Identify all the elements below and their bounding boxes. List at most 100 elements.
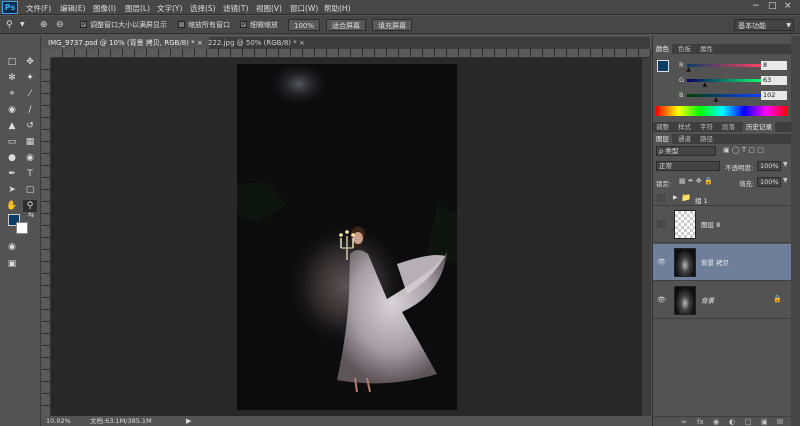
tab-adjustments[interactable]: 调整 xyxy=(653,122,672,132)
visibility-toggle[interactable] xyxy=(657,220,665,228)
visibility-toggle[interactable] xyxy=(657,194,665,202)
clone-stamp-icon[interactable]: ▲ xyxy=(5,120,19,132)
fx-icon[interactable]: fx xyxy=(697,418,704,426)
pen-tool-icon[interactable]: ✒ xyxy=(5,168,19,180)
tab-222-jpg[interactable]: 222.jpg @ 50% (RGB/8) * × xyxy=(202,37,311,49)
zoom-out-icon[interactable]: ⊖ xyxy=(56,19,64,31)
menu-window[interactable]: 窗口(W) xyxy=(290,3,318,14)
quick-mask-icon[interactable]: ◉ xyxy=(5,241,19,253)
mask-icon[interactable]: ◉ xyxy=(713,418,719,426)
crop-tool-icon[interactable]: ⌖ xyxy=(5,88,19,100)
chevron-right-icon[interactable]: ▶ xyxy=(673,194,678,201)
trash-icon[interactable]: ☒ xyxy=(777,418,783,426)
healing-brush-icon[interactable]: ◉ xyxy=(5,104,19,116)
menu-image[interactable]: 图像(I) xyxy=(93,3,116,14)
eyedropper-icon[interactable]: ⁄ xyxy=(23,88,37,100)
gradient-tool-icon[interactable]: ▦ xyxy=(23,136,37,148)
blue-value[interactable]: 102 xyxy=(761,91,787,100)
maximize-button[interactable]: □ xyxy=(768,1,777,11)
tab-styles[interactable]: 样式 xyxy=(675,122,694,132)
dodge-tool-icon[interactable]: ◉ xyxy=(23,152,37,164)
shape-tool-icon[interactable]: ▢ xyxy=(23,184,37,196)
red-value[interactable]: 8 xyxy=(761,61,787,70)
screen-mode-icon[interactable]: ▣ xyxy=(5,258,19,270)
new-layer-icon[interactable]: ▣ xyxy=(761,418,768,426)
actual-pixels-button[interactable]: 100% xyxy=(288,19,320,31)
slider-thumb[interactable]: ▲ xyxy=(686,66,691,73)
lock-icons[interactable]: ▦ ✒ ✥ 🔒 xyxy=(679,177,713,185)
menu-file[interactable]: 文件(F) xyxy=(26,3,51,14)
layer-row-background[interactable]: 👁 背景 🔒 xyxy=(653,282,791,319)
opacity-input[interactable]: 100% xyxy=(757,161,781,171)
chevron-down-icon[interactable]: ▼ xyxy=(783,161,788,168)
blue-slider[interactable] xyxy=(687,94,761,97)
layer-filter-select[interactable]: ρ 类型 xyxy=(656,146,716,156)
menu-type[interactable]: 文字(Y) xyxy=(157,3,182,14)
background-color-swatch[interactable] xyxy=(16,222,28,234)
type-tool-icon[interactable]: T xyxy=(23,168,37,180)
tab-color[interactable]: 颜色 xyxy=(653,44,672,54)
slider-thumb[interactable]: ▲ xyxy=(703,81,708,88)
chevron-down-icon[interactable]: ▼ xyxy=(20,19,25,31)
blend-mode-select[interactable]: 正常 xyxy=(656,161,720,171)
hand-tool-icon[interactable]: ✋ xyxy=(5,200,19,212)
magic-wand-icon[interactable]: ✦ xyxy=(23,72,37,84)
layer-row-layer8[interactable]: 图层 8 xyxy=(653,206,791,243)
adjustment-icon[interactable]: ◐ xyxy=(729,418,735,426)
green-value[interactable]: 63 xyxy=(761,76,787,85)
zoom-all-checkbox[interactable]: 缩放所有窗口 xyxy=(178,19,230,31)
fill-input[interactable]: 100% xyxy=(757,177,781,187)
canvas-area[interactable] xyxy=(51,58,651,416)
menu-filter[interactable]: 滤镜(T) xyxy=(223,3,248,14)
swap-colors-icon[interactable]: ⇆ xyxy=(24,209,38,221)
tab-layers[interactable]: 图层 xyxy=(653,134,672,144)
color-spectrum-bar[interactable] xyxy=(656,106,788,116)
layer-row-group[interactable]: ▶ 📁 组 1 xyxy=(653,192,791,206)
link-icon[interactable]: ∞ xyxy=(681,418,687,426)
tab-channels[interactable]: 通道 xyxy=(675,134,694,144)
tab-paragraph[interactable]: 段落 xyxy=(719,122,738,132)
close-button[interactable]: × xyxy=(784,1,792,11)
tab-img-9737[interactable]: IMG_9737.psd @ 10% (背景 拷贝, RGB/8) * × xyxy=(42,37,209,49)
fill-screen-button[interactable]: 填充屏幕 xyxy=(372,19,412,31)
path-selection-icon[interactable]: ➤ xyxy=(5,184,19,196)
history-brush-icon[interactable]: ↺ xyxy=(23,120,37,132)
status-menu-arrow-icon[interactable]: ▶ xyxy=(186,416,191,426)
tab-paths[interactable]: 路径 xyxy=(697,134,716,144)
foreground-color-swatch[interactable] xyxy=(657,60,669,72)
slider-thumb[interactable]: ▲ xyxy=(714,96,719,103)
brush-tool-icon[interactable]: ∕ xyxy=(23,104,37,116)
vertical-scrollbar[interactable] xyxy=(642,58,651,416)
eye-icon[interactable]: 👁 xyxy=(657,296,666,304)
layer-row-background-copy[interactable]: 👁 背景 拷贝 xyxy=(653,244,791,281)
red-slider[interactable] xyxy=(687,64,761,67)
menu-layer[interactable]: 图层(L) xyxy=(125,3,150,14)
eraser-icon[interactable]: ▭ xyxy=(5,136,19,148)
scrubby-zoom-checkbox[interactable]: 细微缩放 xyxy=(240,18,278,31)
tab-swatches[interactable]: 色板 xyxy=(675,44,694,54)
marquee-tool-icon[interactable]: □ xyxy=(5,56,19,68)
menu-help[interactable]: 帮助(H) xyxy=(324,3,351,14)
menu-select[interactable]: 选择(S) xyxy=(190,3,216,14)
tab-history[interactable]: 历史记录 xyxy=(743,122,775,132)
tab-character[interactable]: 字符 xyxy=(697,122,716,132)
filter-icons[interactable]: ▣ ◯ T ▢ □ xyxy=(723,146,764,154)
tab-properties[interactable]: 属性 xyxy=(697,44,716,54)
menu-edit[interactable]: 编辑(E) xyxy=(60,3,86,14)
minimize-button[interactable]: − xyxy=(752,1,760,11)
zoom-tool-icon[interactable]: ⚲ xyxy=(6,19,13,31)
fit-screen-button[interactable]: 适合屏幕 xyxy=(326,19,366,31)
chevron-down-icon[interactable]: ▼ xyxy=(783,177,788,184)
workspace-select[interactable]: 基本功能 ▼ xyxy=(734,19,794,31)
zoom-in-icon[interactable]: ⊕ xyxy=(40,19,48,31)
resize-windows-checkbox[interactable]: 调整窗口大小以满屏显示 xyxy=(80,18,167,31)
menu-view[interactable]: 视图(V) xyxy=(256,3,282,14)
new-group-icon[interactable]: □ xyxy=(745,418,752,426)
eye-icon[interactable]: 👁 xyxy=(657,258,666,266)
close-icon[interactable]: × xyxy=(299,39,305,47)
lasso-tool-icon[interactable]: ✻ xyxy=(5,72,19,84)
move-tool-icon[interactable]: ✥ xyxy=(23,56,37,68)
document-image[interactable] xyxy=(237,64,457,410)
zoom-level[interactable]: 10.02% xyxy=(46,416,71,426)
blur-tool-icon[interactable]: ● xyxy=(5,152,19,164)
